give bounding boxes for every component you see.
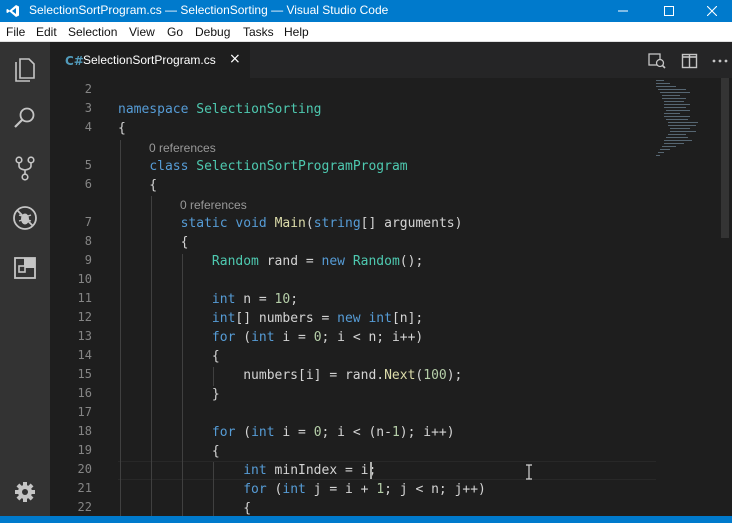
maximize-icon — [664, 6, 674, 16]
line-number: 17 — [77, 405, 92, 419]
editor-tab-bar: C# SelectionSortProgram.cs × — [50, 42, 732, 78]
menu-debug[interactable]: Debug — [195, 25, 230, 39]
code-line: namespace SelectionSorting — [118, 102, 322, 117]
code-line: { — [118, 501, 252, 516]
menu-help[interactable]: Help — [284, 25, 309, 39]
code-line: for (int j = i + 1; j < n; j++) — [243, 482, 486, 497]
line-number: 4 — [84, 120, 92, 134]
close-button[interactable] — [692, 0, 732, 22]
code-lens-references[interactable]: 0 references — [180, 196, 247, 215]
gear-icon[interactable] — [11, 478, 39, 506]
line-number: 9 — [84, 253, 92, 267]
menu-view[interactable]: View — [129, 25, 155, 39]
line-number: 10 — [77, 272, 92, 286]
line-number: 11 — [77, 291, 92, 305]
code-line: } — [118, 387, 220, 402]
tab-selectionsortprogram[interactable]: C# SelectionSortProgram.cs × — [50, 42, 250, 78]
line-number: 19 — [77, 443, 92, 457]
scrollbar-thumb[interactable] — [721, 78, 729, 238]
code-line: for (int i = 0; i < (n-1); i++) — [211, 425, 455, 440]
text-cursor — [370, 462, 372, 479]
split-editor-icon[interactable] — [681, 52, 699, 70]
close-icon — [707, 6, 717, 16]
tab-close-icon[interactable]: × — [229, 51, 241, 67]
menu-go[interactable]: Go — [167, 25, 183, 39]
maximize-button[interactable] — [646, 0, 692, 22]
search-icon[interactable] — [11, 104, 39, 132]
code-lens-references[interactable]: 0 references — [149, 139, 216, 158]
line-number: 16 — [77, 386, 92, 400]
debug-icon[interactable] — [11, 204, 39, 232]
tab-label: SelectionSortProgram.cs — [83, 53, 216, 67]
more-actions-icon[interactable] — [711, 52, 729, 70]
code-line: numbers[i] = rand.Next(100); — [118, 368, 463, 383]
code-line: Random rand = new Random(); — [211, 254, 424, 269]
status-bar — [0, 516, 732, 523]
activity-bar — [0, 42, 50, 523]
line-number: 12 — [77, 310, 92, 324]
code-line: int minIndex = i; — [243, 463, 377, 478]
line-number: 8 — [84, 234, 92, 248]
minimize-icon — [618, 10, 628, 12]
line-number: 14 — [77, 348, 92, 362]
line-number: 15 — [77, 367, 92, 381]
menu-bar: File Edit Selection View Go Debug Tasks … — [0, 22, 732, 42]
line-number: 3 — [84, 101, 92, 115]
extensions-icon[interactable] — [11, 254, 39, 282]
code-line: for (int i = 0; i < n; i++) — [211, 330, 424, 345]
source-control-icon[interactable] — [11, 154, 39, 182]
code-line: class SelectionSortProgramProgram — [149, 159, 408, 174]
code-line: int[] numbers = new int[n]; — [211, 311, 424, 326]
line-number: 2 — [84, 82, 92, 96]
vertical-scrollbar[interactable] — [718, 78, 732, 516]
csharp-file-icon: C# — [65, 54, 84, 68]
window-title: SelectionSortProgram.cs — SelectionSorti… — [29, 3, 389, 17]
explorer-icon[interactable] — [11, 54, 39, 82]
minimap[interactable] — [654, 78, 718, 516]
code-area[interactable]: namespace SelectionSorting { 0 reference… — [118, 78, 658, 516]
vscode-icon — [6, 5, 19, 17]
code-line: { — [118, 121, 126, 136]
line-number: 13 — [77, 329, 92, 343]
code-line: { — [118, 235, 189, 250]
line-number: 18 — [77, 424, 92, 438]
menu-edit[interactable]: Edit — [36, 25, 57, 39]
minimize-button[interactable] — [600, 0, 646, 22]
code-line: { — [118, 349, 220, 364]
title-bar: SelectionSortProgram.cs — SelectionSorti… — [0, 0, 732, 22]
line-number: 20 — [77, 462, 92, 476]
ibeam-cursor-icon — [526, 464, 532, 480]
line-number: 5 — [84, 158, 92, 172]
line-number: 22 — [77, 500, 92, 514]
line-number-gutter: 2 3 4 5 6 7 8 9 10 11 12 13 14 15 16 17 … — [50, 78, 106, 516]
menu-tasks[interactable]: Tasks — [243, 25, 274, 39]
line-number: 6 — [84, 177, 92, 191]
code-line: int n = 10; — [211, 292, 299, 307]
line-number: 21 — [77, 481, 92, 495]
open-preview-icon[interactable] — [648, 52, 666, 70]
code-line: { — [118, 178, 158, 193]
code-line: static void Main(string[] arguments) — [180, 216, 463, 231]
menu-file[interactable]: File — [6, 25, 25, 39]
menu-selection[interactable]: Selection — [68, 25, 117, 39]
code-editor[interactable]: 2 3 4 5 6 7 8 9 10 11 12 13 14 15 16 17 … — [50, 78, 732, 516]
line-number: 7 — [84, 215, 92, 229]
code-line: { — [118, 444, 220, 459]
